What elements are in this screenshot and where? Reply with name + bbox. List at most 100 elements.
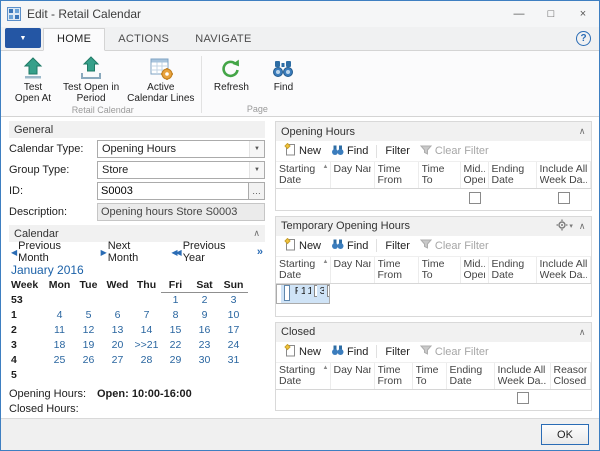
chevron-down-icon[interactable]: ▼	[249, 162, 264, 178]
day-cell[interactable]	[132, 368, 161, 383]
cell-time-from[interactable]: 10:00:00	[298, 285, 305, 303]
day-cell[interactable]: 10	[219, 308, 248, 323]
closed-panel-header[interactable]: Closed ∧	[276, 323, 591, 342]
close-button[interactable]: ×	[567, 1, 599, 27]
maximize-button[interactable]: □	[535, 1, 567, 27]
cell-starting-date[interactable]	[276, 189, 330, 207]
day-cell[interactable]: 9	[190, 308, 219, 323]
day-cell[interactable]	[190, 368, 219, 383]
day-cell[interactable]: 30	[190, 353, 219, 368]
filter-button[interactable]: Filter	[381, 346, 413, 358]
clear-filter-button[interactable]: Clear Filter	[416, 344, 493, 359]
cell-time-to[interactable]	[418, 189, 460, 207]
week-number[interactable]: 1	[11, 308, 45, 323]
day-cell[interactable]: 14	[132, 323, 161, 338]
day-cell[interactable]: 24	[219, 338, 248, 353]
temporary-opening-hours-panel-header[interactable]: Temporary Opening Hours ▾ ∧	[276, 217, 591, 236]
day-cell[interactable]: 12	[74, 323, 103, 338]
cell-ending-date[interactable]	[446, 389, 494, 407]
col-time-from[interactable]: TimeFrom	[374, 363, 412, 390]
col-day-name[interactable]: Day Name	[330, 162, 374, 189]
col-reason-closed[interactable]: ReasonClosed	[550, 363, 590, 390]
cell-ending-date[interactable]: 31.1.2016	[317, 285, 324, 303]
day-cell[interactable]: 17	[219, 323, 248, 338]
find-button[interactable]: Find	[327, 144, 372, 159]
day-cell[interactable]: 7	[132, 308, 161, 323]
cell-time-to[interactable]: 16:00:00	[305, 285, 312, 303]
cell-reason-closed[interactable]	[550, 389, 590, 407]
day-cell[interactable]: 20	[103, 338, 132, 353]
day-cell[interactable]: 5	[74, 308, 103, 323]
day-cell[interactable]: 15	[161, 323, 190, 338]
filter-button[interactable]: Filter	[381, 240, 413, 252]
next-month-button[interactable]: ▶ Next Month	[101, 240, 160, 264]
clear-filter-button[interactable]: Clear Filter	[416, 238, 493, 253]
day-cell[interactable]: 2	[190, 293, 219, 309]
col-include-all-week[interactable]: Include AllWeek Da...	[536, 162, 590, 189]
general-section-header[interactable]: General	[9, 121, 265, 138]
day-cell[interactable]: 28	[132, 353, 161, 368]
day-cell[interactable]: 1	[161, 293, 190, 309]
app-menu-button[interactable]: ▼	[5, 28, 41, 48]
day-cell[interactable]: 11	[45, 323, 74, 338]
day-cell[interactable]: 18	[45, 338, 74, 353]
help-button[interactable]: ?	[576, 31, 591, 46]
filter-button[interactable]: Filter	[381, 145, 413, 157]
new-button[interactable]: New	[280, 143, 325, 159]
col-starting-date[interactable]: StartingDate▲	[276, 162, 330, 189]
week-number[interactable]: 3	[11, 338, 45, 353]
find-button[interactable]: Find	[257, 53, 309, 103]
minimize-button[interactable]: —	[503, 1, 535, 27]
new-button[interactable]: New	[280, 344, 325, 360]
find-button[interactable]: Find	[327, 238, 372, 253]
calendar-type-select[interactable]: Opening Hours ▼	[97, 140, 265, 158]
col-include-all-week[interactable]: Include AllWeek Da...	[494, 363, 550, 390]
day-cell[interactable]	[103, 293, 132, 309]
cell-ending-date[interactable]	[488, 189, 536, 207]
tab-home[interactable]: HOME	[43, 28, 105, 51]
collapse-icon[interactable]: ∧	[579, 127, 586, 136]
col-time-to[interactable]: TimeTo	[418, 257, 460, 284]
week-number[interactable]: 2	[11, 323, 45, 338]
col-time-from[interactable]: TimeFrom	[374, 257, 418, 284]
cell-day-name[interactable]	[330, 389, 374, 407]
cell-time-from[interactable]	[374, 389, 412, 407]
week-number[interactable]: 5	[11, 368, 45, 383]
col-day-name[interactable]: Day Name	[330, 257, 374, 284]
active-calendar-lines-button[interactable]: ActiveCalendar Lines	[123, 53, 198, 104]
customize-button[interactable]: ▾	[556, 219, 573, 234]
col-day-name[interactable]: Day Name	[330, 363, 374, 390]
day-cell[interactable]: 3	[219, 293, 248, 309]
col-starting-date[interactable]: StartingDate▲	[276, 257, 330, 284]
group-type-select[interactable]: Store ▼	[97, 161, 265, 179]
day-cell[interactable]	[103, 368, 132, 383]
day-cell[interactable]: 19	[74, 338, 103, 353]
include-all-week-checkbox[interactable]	[517, 392, 529, 404]
collapse-icon[interactable]: ∧	[579, 328, 586, 337]
col-ending-date[interactable]: EndingDate	[488, 257, 536, 284]
clear-filter-button[interactable]: Clear Filter	[416, 144, 493, 159]
col-starting-date[interactable]: StartingDate▲	[276, 363, 330, 390]
day-cell[interactable]	[45, 368, 74, 383]
refresh-button[interactable]: Refresh	[205, 53, 257, 103]
col-include-all-week[interactable]: Include AllWeek Da...	[536, 257, 590, 284]
previous-year-button[interactable]: ◀◀ Previous Year	[171, 240, 244, 264]
day-cell[interactable]: 23	[190, 338, 219, 353]
find-button[interactable]: Find	[327, 344, 372, 359]
collapse-icon[interactable]: ∧	[579, 222, 586, 231]
tab-navigate[interactable]: NAVIGATE	[182, 29, 264, 50]
day-cell[interactable]	[161, 368, 190, 383]
col-ending-date[interactable]: EndingDate	[446, 363, 494, 390]
calendar-overflow-button[interactable]: »	[257, 246, 263, 258]
test-open-in-period-button[interactable]: Test Open inPeriod	[59, 53, 123, 104]
day-cell[interactable]: 4	[45, 308, 74, 323]
day-cell-today[interactable]: >>21	[132, 338, 161, 353]
day-cell[interactable]	[74, 368, 103, 383]
week-number[interactable]: 4	[11, 353, 45, 368]
cell-starting-date[interactable]	[276, 389, 330, 407]
day-cell[interactable]: 27	[103, 353, 132, 368]
col-midnight-open[interactable]: Mid...Open	[460, 257, 488, 284]
day-cell[interactable]: 13	[103, 323, 132, 338]
new-button[interactable]: New	[280, 238, 325, 254]
col-ending-date[interactable]: EndingDate	[488, 162, 536, 189]
